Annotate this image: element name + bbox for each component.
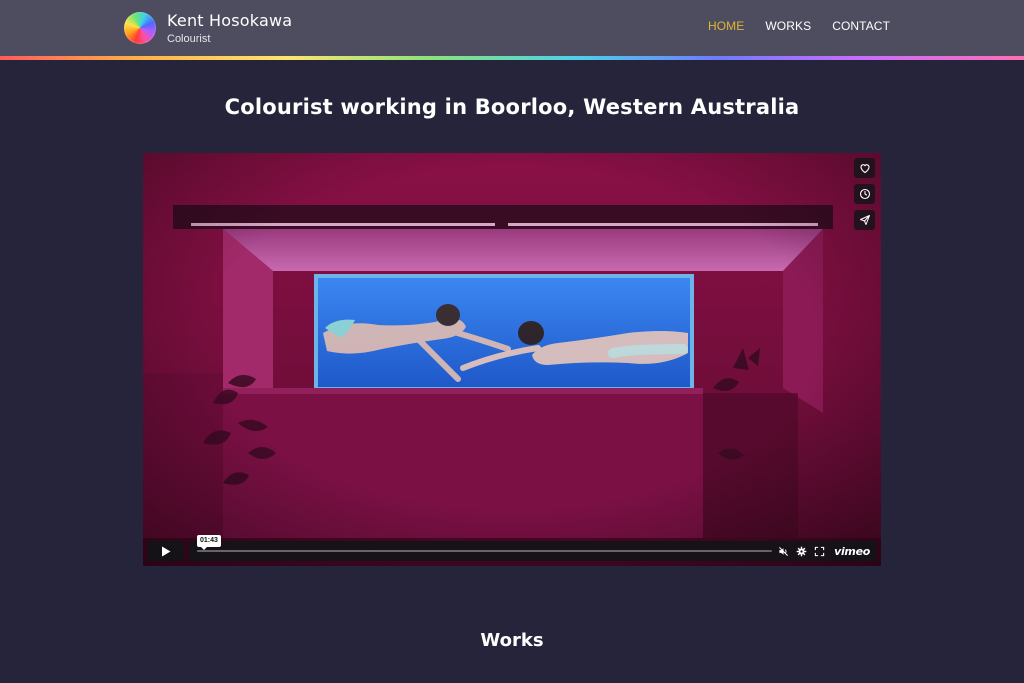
- control-icons: vimeo: [778, 541, 870, 561]
- vimeo-logo[interactable]: vimeo: [834, 545, 870, 558]
- heart-icon: [859, 164, 870, 174]
- brand-text: Kent Hosokawa Colourist: [167, 11, 292, 46]
- brand-name[interactable]: Kent Hosokawa: [167, 11, 292, 30]
- gear-icon: [796, 546, 807, 556]
- fullscreen-button[interactable]: [814, 546, 825, 557]
- controls-strip: 01:43 vimeo: [189, 535, 876, 561]
- volume-button[interactable]: [778, 546, 789, 557]
- hero-title: Colourist working in Boorloo, Western Au…: [224, 95, 800, 119]
- volume-muted-icon: [779, 546, 789, 556]
- time-tooltip: 01:43: [197, 535, 221, 550]
- works-heading: Works: [480, 630, 544, 651]
- progress-bar[interactable]: 01:43: [197, 535, 772, 552]
- brand-tagline: Colourist: [167, 32, 211, 45]
- share-button[interactable]: [854, 210, 875, 230]
- nav-home[interactable]: HOME: [708, 19, 744, 33]
- clock-icon: [859, 188, 870, 200]
- rainbow-logo-icon[interactable]: [124, 12, 156, 44]
- watch-later-button[interactable]: [854, 184, 875, 204]
- video-player[interactable]: 01:43 vimeo: [143, 153, 881, 566]
- play-icon: [162, 546, 171, 556]
- rainbow-divider: [0, 56, 1024, 60]
- brand[interactable]: Kent Hosokawa Colourist: [124, 10, 292, 46]
- video-side-actions: [854, 158, 875, 230]
- paper-plane-icon: [859, 215, 870, 225]
- like-button[interactable]: [854, 158, 875, 178]
- nav-works[interactable]: WORKS: [765, 19, 811, 33]
- settings-button[interactable]: [796, 546, 807, 557]
- video-control-bar: 01:43 vimeo: [148, 535, 876, 561]
- main-nav: HOME WORKS CONTACT: [687, 19, 890, 33]
- video-frame[interactable]: [143, 153, 881, 566]
- site-header: Kent Hosokawa Colourist HOME WORKS CONTA…: [0, 0, 1024, 56]
- play-button[interactable]: [148, 541, 184, 561]
- nav-contact[interactable]: CONTACT: [832, 19, 890, 33]
- fullscreen-icon: [814, 546, 825, 556]
